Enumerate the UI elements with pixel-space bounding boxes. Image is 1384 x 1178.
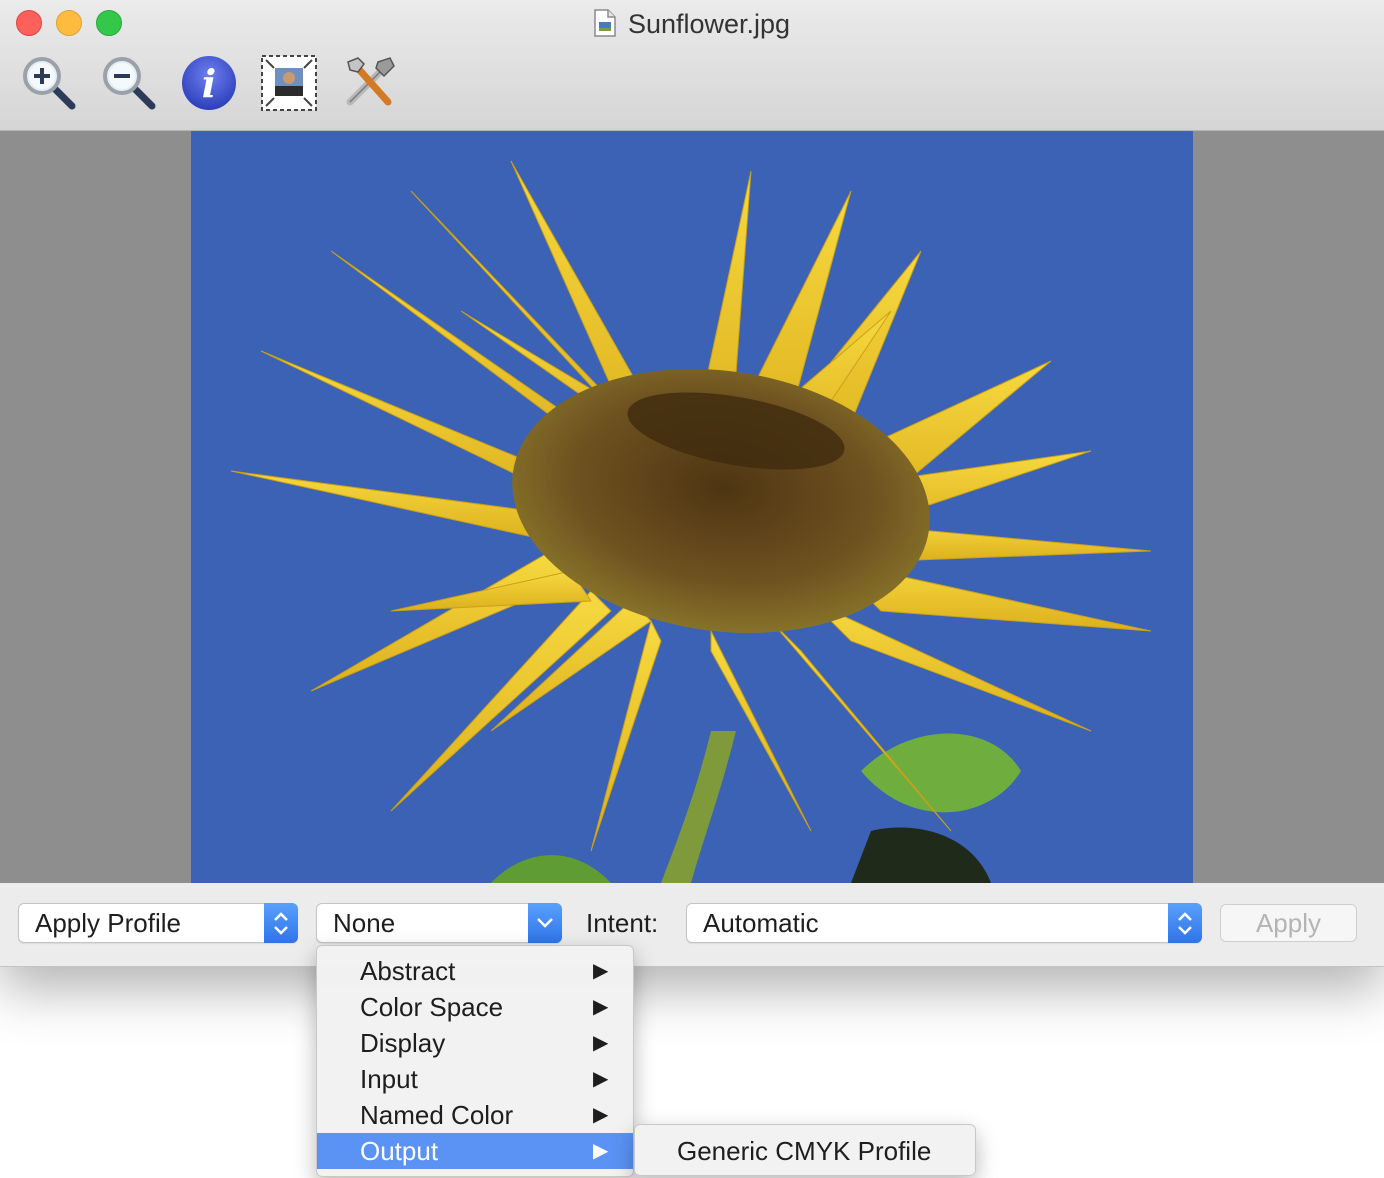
submenu-item-generic-cmyk-profile[interactable]: Generic CMYK Profile (677, 1133, 931, 1169)
window-title: Sunflower.jpg (627, 9, 791, 39)
profile-popup[interactable]: None (316, 903, 562, 943)
updown-chevron-icon (1168, 903, 1202, 943)
apply-button[interactable]: Apply (1220, 904, 1357, 942)
output-submenu: Generic CMYK Profile (634, 1124, 976, 1176)
image-viewer (0, 131, 1384, 883)
menu-item-label: Named Color (360, 1100, 514, 1130)
submenu-arrow-icon: ▶ (593, 1104, 609, 1126)
submenu-arrow-icon: ▶ (593, 1140, 609, 1162)
menu-item-named-color[interactable]: Named Color ▶ (317, 1097, 633, 1133)
menu-item-input[interactable]: Input ▶ (317, 1061, 633, 1097)
intent-label: Intent: (586, 908, 659, 938)
svg-text:i: i (202, 61, 216, 106)
menu-item-label: Input (360, 1064, 418, 1094)
info-icon[interactable]: i (180, 54, 238, 112)
submenu-arrow-icon: ▶ (593, 996, 609, 1018)
document-icon (594, 9, 616, 44)
adjust-tools-icon[interactable] (340, 54, 398, 112)
menu-item-abstract[interactable]: Abstract ▶ (317, 953, 633, 989)
action-popup[interactable]: Apply Profile (18, 903, 298, 943)
menu-item-label: Display (360, 1028, 446, 1058)
crop-icon[interactable] (260, 54, 318, 112)
submenu-arrow-icon: ▶ (593, 960, 609, 982)
zoom-in-icon[interactable] (20, 54, 78, 112)
menu-item-label: Output (360, 1136, 439, 1166)
chevron-down-icon (528, 903, 562, 943)
submenu-arrow-icon: ▶ (593, 1032, 609, 1054)
color-sync-bar: Apply Profile None Intent: Automatic App… (0, 883, 1384, 966)
menu-item-output[interactable]: Output ▶ (317, 1133, 633, 1169)
menu-item-label: Abstract (360, 956, 456, 986)
menu-item-color-space[interactable]: Color Space ▶ (317, 989, 633, 1025)
zoom-out-icon[interactable] (100, 54, 158, 112)
menu-item-label: Color Space (360, 992, 504, 1022)
sunflower-image (191, 131, 1193, 883)
action-popup-label: Apply Profile (35, 908, 181, 938)
app-window: Sunflower.jpg i Apply Profile None Inten… (0, 0, 1384, 967)
title-bar: Sunflower.jpg i (0, 0, 1384, 131)
submenu-arrow-icon: ▶ (593, 1068, 609, 1090)
profile-menu: Abstract ▶ Color Space ▶ Display ▶ Input… (316, 945, 634, 1177)
menu-item-display[interactable]: Display ▶ (317, 1025, 633, 1061)
intent-popup-label: Automatic (703, 908, 819, 938)
intent-popup[interactable]: Automatic (686, 903, 1202, 943)
profile-popup-label: None (333, 908, 396, 938)
updown-chevron-icon (264, 903, 298, 943)
window-title-area: Sunflower.jpg (0, 8, 1384, 44)
